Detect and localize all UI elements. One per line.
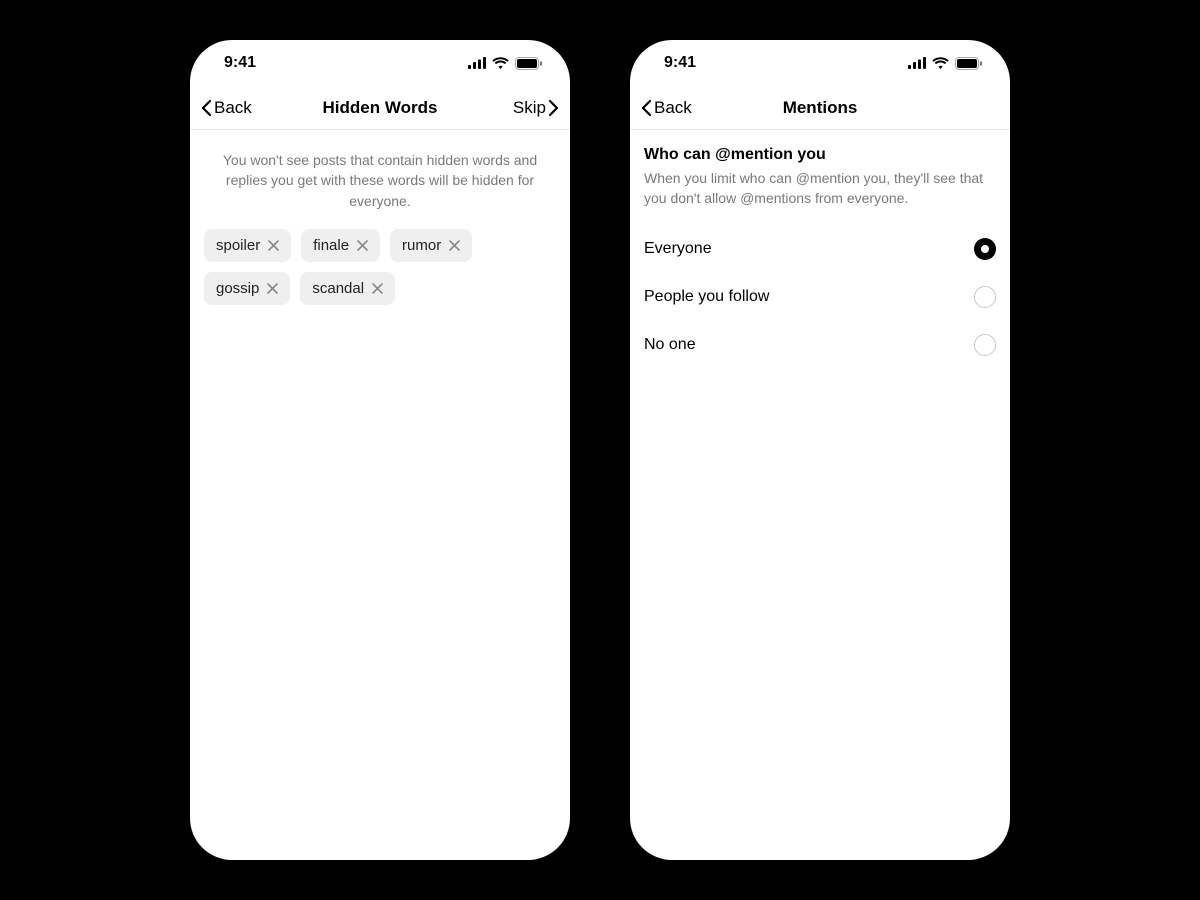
hidden-word-chip[interactable]: gossip — [204, 272, 290, 305]
battery-icon — [955, 57, 982, 70]
content-area: You won't see posts that contain hidden … — [190, 130, 570, 860]
wifi-icon — [492, 57, 509, 69]
chevron-left-icon — [200, 99, 212, 117]
chevron-left-icon — [640, 99, 652, 117]
status-icons — [468, 57, 542, 70]
section-heading: Who can @mention you — [644, 146, 996, 164]
option-label: People you follow — [644, 288, 769, 306]
wifi-icon — [932, 57, 949, 69]
mention-options-list: Everyone People you follow No one — [644, 225, 996, 369]
skip-label: Skip — [513, 98, 546, 118]
close-icon[interactable] — [449, 240, 460, 251]
chip-label: rumor — [402, 237, 441, 254]
back-button[interactable]: Back — [640, 98, 692, 118]
back-label: Back — [654, 98, 692, 118]
status-bar: 9:41 — [190, 40, 570, 86]
back-label: Back — [214, 98, 252, 118]
hidden-word-chip[interactable]: finale — [301, 229, 380, 262]
close-icon[interactable] — [267, 283, 278, 294]
option-label: Everyone — [644, 240, 712, 258]
option-label: No one — [644, 336, 696, 354]
nav-bar: Back Hidden Words Skip — [190, 86, 570, 130]
radio-icon[interactable] — [974, 334, 996, 356]
mention-option-row[interactable]: No one — [644, 321, 996, 369]
chip-label: spoiler — [216, 237, 260, 254]
radio-icon[interactable] — [974, 286, 996, 308]
description-text: You won't see posts that contain hidden … — [204, 146, 556, 229]
section-subtext: When you limit who can @mention you, the… — [644, 168, 996, 209]
chip-label: finale — [313, 237, 349, 254]
chip-label: scandal — [312, 280, 364, 297]
cellular-icon — [468, 57, 486, 69]
mention-option-row[interactable]: Everyone — [644, 225, 996, 273]
status-time: 9:41 — [224, 54, 256, 72]
battery-icon — [515, 57, 542, 70]
hidden-word-chip[interactable]: scandal — [300, 272, 395, 305]
status-time: 9:41 — [664, 54, 696, 72]
hidden-word-chip[interactable]: spoiler — [204, 229, 291, 262]
close-icon[interactable] — [372, 283, 383, 294]
hidden-word-chip[interactable]: rumor — [390, 229, 472, 262]
phone-hidden-words: 9:41 Back Hidden Words Skip You won't se… — [190, 40, 570, 860]
radio-icon[interactable] — [974, 238, 996, 260]
page-title: Hidden Words — [323, 98, 438, 118]
back-button[interactable]: Back — [200, 98, 252, 118]
status-icons — [908, 57, 982, 70]
phone-mentions: 9:41 Back Mentions Who can @mention you … — [630, 40, 1010, 860]
nav-bar: Back Mentions — [630, 86, 1010, 130]
chevron-right-icon — [548, 99, 560, 117]
close-icon[interactable] — [357, 240, 368, 251]
cellular-icon — [908, 57, 926, 69]
hidden-words-chips: spoiler finale rumor gossip scandal — [204, 229, 556, 305]
page-title: Mentions — [783, 98, 858, 118]
status-bar: 9:41 — [630, 40, 1010, 86]
close-icon[interactable] — [268, 240, 279, 251]
chip-label: gossip — [216, 280, 259, 297]
mention-option-row[interactable]: People you follow — [644, 273, 996, 321]
content-area: Who can @mention you When you limit who … — [630, 130, 1010, 860]
skip-button[interactable]: Skip — [513, 98, 560, 118]
